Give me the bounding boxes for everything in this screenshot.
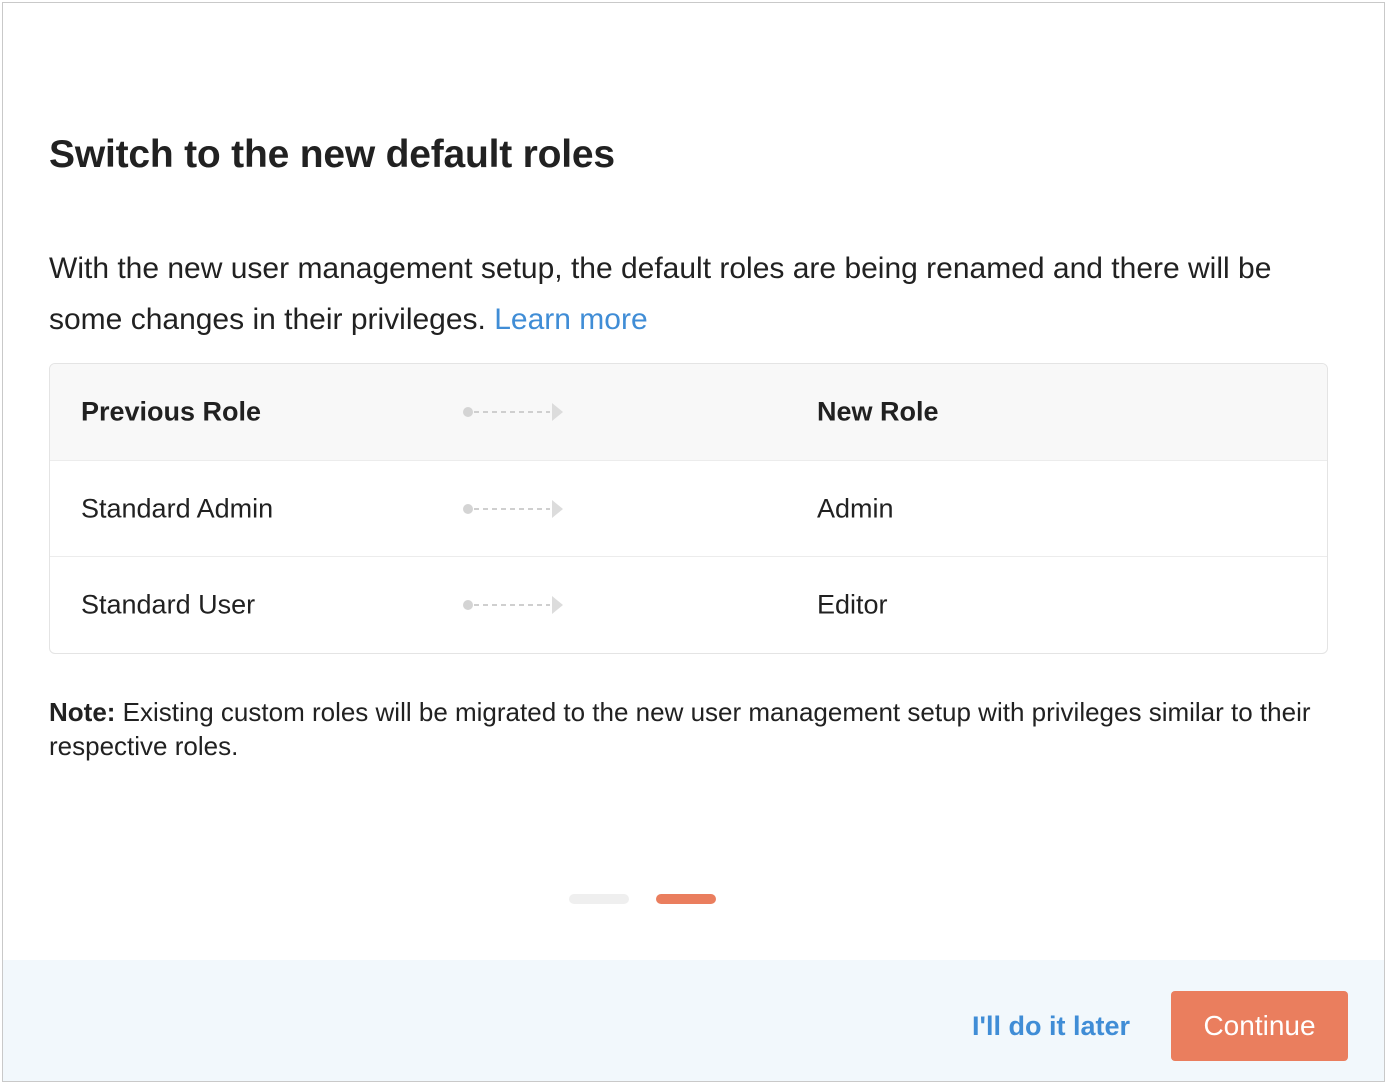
table-header-row: Previous Role New Role xyxy=(50,364,1327,461)
step-dot-1[interactable] xyxy=(569,894,629,904)
dialog-footer: I'll do it later Continue xyxy=(3,960,1384,1081)
step-indicator xyxy=(569,894,719,904)
migration-note: Note: Existing custom roles will be migr… xyxy=(49,695,1319,763)
do-it-later-button[interactable]: I'll do it later xyxy=(972,992,1130,1060)
note-label: Note: xyxy=(49,697,116,727)
previous-role-cell: Standard User xyxy=(81,589,256,620)
new-role-cell: Admin xyxy=(817,493,894,523)
learn-more-link[interactable]: Learn more xyxy=(494,303,647,336)
dashed-arrow-right-icon xyxy=(463,403,563,421)
table-row: Standard Admin Admin xyxy=(50,461,1327,557)
step-dot-2-active[interactable] xyxy=(656,894,716,904)
roles-mapping-table: Previous Role New Role Standard Admin Ad… xyxy=(49,363,1328,654)
role-migration-dialog: Switch to the new default roles With the… xyxy=(2,2,1385,1082)
continue-button[interactable]: Continue xyxy=(1171,991,1348,1061)
description-text: With the new user management setup, the … xyxy=(49,252,1272,336)
table-row: Standard User Editor xyxy=(50,557,1327,653)
dialog-description: With the new user management setup, the … xyxy=(49,243,1319,345)
note-text: Existing custom roles will be migrated t… xyxy=(49,697,1311,761)
dialog-title: Switch to the new default roles xyxy=(49,133,615,176)
dashed-arrow-right-icon xyxy=(463,596,563,614)
header-previous-role: Previous Role xyxy=(81,396,262,427)
previous-role-cell: Standard Admin xyxy=(81,493,274,523)
new-role-cell: Editor xyxy=(817,589,888,620)
dashed-arrow-right-icon xyxy=(463,499,563,518)
header-new-role: New Role xyxy=(817,396,939,427)
